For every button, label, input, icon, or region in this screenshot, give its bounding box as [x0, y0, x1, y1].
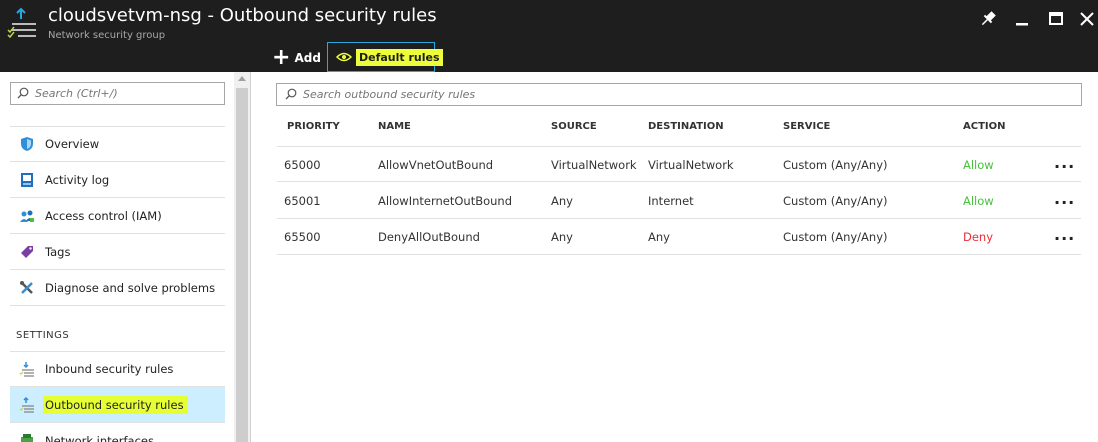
- sidebar-item-label: Overview: [45, 137, 100, 151]
- tag-icon: [18, 243, 36, 261]
- sidebar-scrollbar[interactable]: [234, 72, 250, 442]
- sidebar-item-label: Tags: [45, 244, 71, 259]
- sidebar-item-label: Activity log: [45, 172, 110, 187]
- search-icon: [285, 85, 297, 104]
- users-icon: [18, 207, 36, 225]
- cell-service: Custom (Any/Any): [783, 194, 888, 208]
- sidebar-item-activity-log[interactable]: Activity log: [10, 162, 225, 198]
- cell-source: Any: [551, 194, 573, 208]
- table-row[interactable]: 65500 DenyAllOutBound Any Any Custom (An…: [277, 219, 1081, 255]
- cell-source: Any: [551, 230, 573, 244]
- search-icon: [17, 84, 29, 103]
- cell-action: Allow: [963, 158, 994, 172]
- cell-action: Allow: [963, 194, 994, 208]
- cell-source: VirtualNetwork: [551, 158, 637, 172]
- cell-priority: 65500: [284, 230, 321, 244]
- column-header-priority[interactable]: PRIORITY: [287, 121, 340, 132]
- column-header-service[interactable]: SERVICE: [783, 121, 830, 132]
- column-header-action[interactable]: ACTION: [963, 121, 1006, 132]
- more-options-icon[interactable]: ...: [1054, 225, 1075, 244]
- cell-name: AllowVnetOutBound: [378, 158, 494, 172]
- column-header-destination[interactable]: DESTINATION: [648, 121, 724, 132]
- add-button-label: Add: [294, 51, 321, 65]
- activity-log-icon: [18, 171, 36, 189]
- sidebar-item-inbound-rules[interactable]: Inbound security rules: [10, 351, 225, 387]
- cell-service: Custom (Any/Any): [783, 158, 888, 172]
- more-options-icon[interactable]: ...: [1054, 153, 1075, 172]
- column-header-source[interactable]: SOURCE: [551, 121, 597, 132]
- minimize-icon[interactable]: [1011, 8, 1033, 30]
- shield-icon: [18, 135, 36, 153]
- sidebar-item-label: Network interfaces: [45, 433, 154, 442]
- sidebar-item-label: Access control (IAM): [45, 208, 162, 223]
- inbound-rules-icon: [18, 360, 36, 378]
- cell-service: Custom (Any/Any): [783, 230, 888, 244]
- cell-destination: Internet: [648, 194, 694, 208]
- network-interface-icon: [18, 432, 36, 442]
- blade-header: cloudsvetvm-nsg - Outbound security rule…: [0, 0, 1098, 72]
- more-options-icon[interactable]: ...: [1054, 189, 1075, 208]
- cell-priority: 65000: [284, 158, 321, 172]
- cell-name: AllowInternetOutBound: [378, 194, 513, 208]
- add-button[interactable]: + Add: [272, 46, 321, 70]
- cell-name: DenyAllOutBound: [378, 230, 480, 244]
- column-header-name[interactable]: NAME: [378, 121, 411, 132]
- outbound-rules-icon: [18, 396, 36, 414]
- default-rules-label: Default rules: [356, 48, 443, 66]
- eye-icon: [335, 48, 356, 67]
- sidebar-search[interactable]: [10, 82, 225, 105]
- sidebar-item-diagnose[interactable]: Diagnose and solve problems: [10, 270, 225, 306]
- sidebar-item-network-interfaces[interactable]: Network interfaces: [10, 423, 225, 442]
- default-rules-button[interactable]: Default rules: [327, 42, 443, 72]
- sidebar-item-label: Inbound security rules: [45, 362, 174, 376]
- plus-icon: +: [272, 45, 291, 70]
- table-row[interactable]: 65000 AllowVnetOutBound VirtualNetwork V…: [277, 146, 1081, 182]
- sidebar-item-access-control[interactable]: Access control (IAM): [10, 198, 225, 234]
- close-icon[interactable]: [1076, 8, 1098, 30]
- sidebar-item-overview[interactable]: Overview: [10, 126, 225, 162]
- cell-priority: 65001: [284, 194, 321, 208]
- sidebar-item-label: Diagnose and solve problems: [45, 280, 216, 295]
- scroll-thumb[interactable]: [236, 88, 248, 442]
- wrench-icon: [18, 279, 36, 297]
- settings-section-header: SETTINGS: [16, 330, 70, 341]
- outbound-rules-icon: [6, 6, 40, 39]
- sidebar-item-label: Outbound security rules: [43, 395, 188, 414]
- pin-icon[interactable]: [977, 8, 999, 30]
- sidebar-item-tags[interactable]: Tags: [10, 234, 225, 270]
- rules-search[interactable]: [276, 83, 1082, 106]
- page-subtitle: Network security group: [48, 30, 166, 41]
- sidebar-search-input[interactable]: [35, 87, 224, 100]
- table-row[interactable]: 65001 AllowInternetOutBound Any Internet…: [277, 183, 1081, 219]
- maximize-icon[interactable]: [1045, 8, 1067, 30]
- cell-destination: Any: [648, 230, 670, 244]
- sidebar: Overview Activity log Access control (IA…: [0, 72, 251, 442]
- cell-action: Deny: [963, 230, 994, 244]
- sidebar-item-outbound-rules[interactable]: Outbound security rules: [10, 387, 225, 423]
- rules-search-input[interactable]: [303, 88, 1081, 101]
- scroll-up-arrow-icon[interactable]: [238, 76, 246, 81]
- page-title: cloudsvetvm-nsg - Outbound security rule…: [48, 5, 437, 26]
- cell-destination: VirtualNetwork: [648, 158, 734, 172]
